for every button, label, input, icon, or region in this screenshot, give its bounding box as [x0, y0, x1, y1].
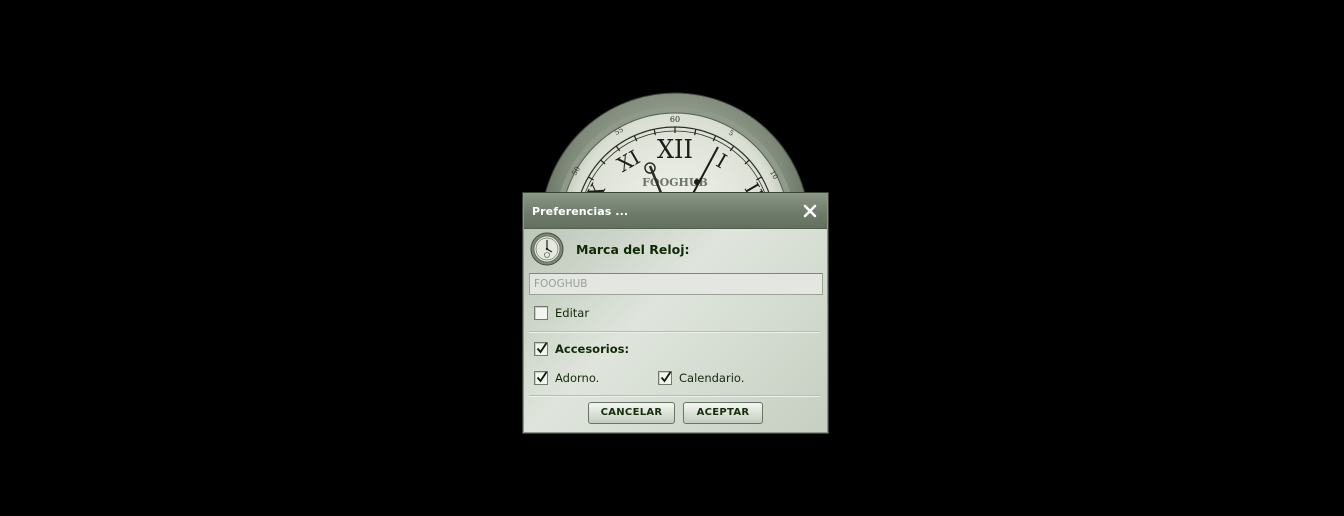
edit-label: Editar — [555, 306, 590, 320]
calendar-option[interactable]: Calendario. — [658, 371, 744, 385]
cancel-button[interactable]: CANCELAR — [588, 402, 675, 424]
accessories-checkbox[interactable] — [534, 342, 548, 356]
calendar-checkbox[interactable] — [658, 371, 672, 385]
numeral-xii: XII — [657, 134, 693, 164]
checkmark-icon — [660, 371, 672, 383]
checkmark-icon — [536, 342, 548, 354]
accessories-option[interactable]: Accesorios: — [534, 342, 629, 356]
ornament-label: Adorno. — [555, 371, 600, 385]
edit-option[interactable]: Editar — [534, 306, 589, 320]
close-button[interactable] — [802, 203, 818, 219]
minute-label-60: 60 — [670, 115, 680, 124]
clock-icon — [530, 232, 564, 266]
preferences-dialog: Preferencias ... Marca del Reloj: FOOGHU… — [523, 193, 828, 433]
dialog-titlebar[interactable]: Preferencias ... — [524, 194, 827, 229]
dialog-title: Preferencias ... — [532, 205, 629, 218]
checkmark-icon — [536, 371, 548, 383]
ornament-checkbox[interactable] — [534, 371, 548, 385]
brand-label: Marca del Reloj: — [576, 241, 690, 257]
divider — [529, 331, 820, 333]
brand-input[interactable] — [529, 273, 823, 295]
close-icon — [803, 204, 817, 218]
brand-row: Marca del Reloj: — [530, 232, 690, 266]
divider — [529, 395, 820, 397]
accept-button[interactable]: ACEPTAR — [683, 402, 763, 424]
edit-checkbox[interactable] — [534, 306, 548, 320]
calendar-label: Calendario. — [679, 371, 745, 385]
ornament-option[interactable]: Adorno. — [534, 371, 599, 385]
accessories-label: Accesorios: — [555, 342, 630, 356]
stage: 60 55 5 50 10 XII XI I X II FOOGHUB Pref… — [0, 0, 1344, 516]
